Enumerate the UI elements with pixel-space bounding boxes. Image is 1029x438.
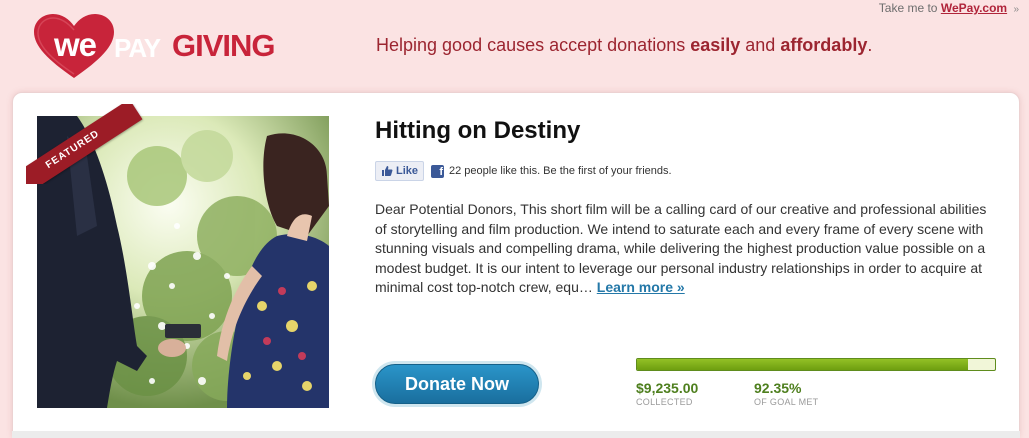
goal-label: OF GOAL MET (754, 397, 819, 407)
goal-value: 92.35% (754, 380, 802, 396)
like-button-label: Like (396, 165, 419, 177)
bottom-strip (12, 431, 1020, 438)
goal-progress-bar (636, 358, 996, 371)
logo-we: we (54, 26, 97, 63)
learn-more-link[interactable]: Learn more » (597, 279, 685, 295)
collected-label: COLLECTED (636, 397, 693, 407)
wepay-giving-logo[interactable]: we PAY GIVING (34, 14, 304, 80)
facebook-like-row: Like f 22 people like this. Be the first… (375, 161, 672, 181)
tagline-easily: easily (690, 35, 741, 55)
facebook-icon: f (431, 164, 445, 178)
collected-stat: $9,235.00 COLLECTED (636, 380, 698, 407)
arrow-icon: » (1013, 4, 1019, 15)
tagline-part1: Helping good causes accept donations (376, 35, 691, 55)
take-me-prefix: Take me to (878, 1, 938, 15)
top-nav: Take me to WePay.com » (879, 1, 1019, 15)
logo-pay: PAY (114, 33, 161, 63)
campaign-photo[interactable] (37, 116, 329, 408)
tagline-affordably: affordably (780, 35, 868, 55)
wepay-link[interactable]: WePay.com (941, 1, 1007, 15)
collected-value: $9,235.00 (636, 380, 699, 396)
donate-button-wrapper: Donate Now (372, 361, 542, 407)
donate-now-button[interactable]: Donate Now (375, 364, 539, 404)
tagline-part3: . (867, 35, 873, 55)
facebook-thumb-icon (382, 166, 393, 176)
goal-stat: 92.35% OF GOAL MET (754, 380, 818, 407)
campaign-description: Dear Potential Donors, This short film w… (375, 200, 1000, 298)
tagline-part2: and (740, 35, 781, 55)
logo-giving: GIVING (172, 28, 276, 63)
progress-fill (637, 359, 968, 370)
tagline: Helping good causes accept donations eas… (376, 35, 872, 56)
campaign-title[interactable]: Hitting on Destiny (375, 117, 580, 145)
like-button[interactable]: Like (375, 161, 425, 181)
like-count-text: 22 people like this. Be the first of you… (449, 165, 672, 177)
